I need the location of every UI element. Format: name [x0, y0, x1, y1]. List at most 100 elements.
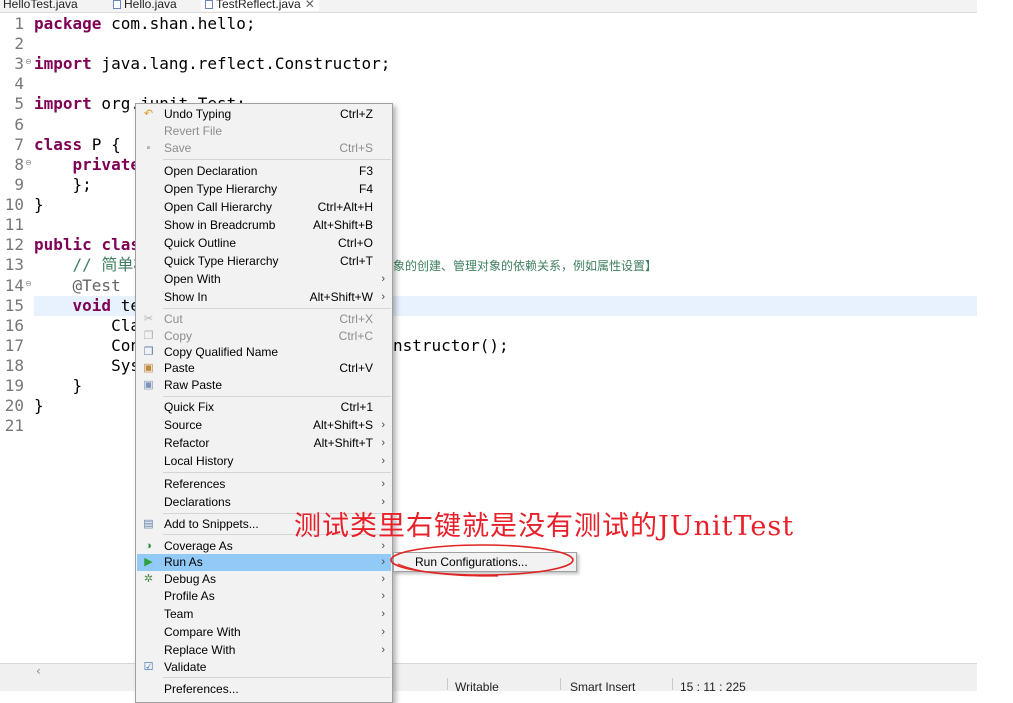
menu-item-label: Local History — [164, 454, 234, 468]
menu-item-raw-paste[interactable]: ▣ Raw Paste — [137, 377, 391, 394]
menu-item-show-in-breadcrumb[interactable]: Show in Breadcrumb Alt+Shift+B — [137, 217, 391, 234]
menu-item-label: Coverage As — [164, 539, 233, 553]
code-token: // 简单模 — [34, 255, 150, 275]
run-configurations-item[interactable]: Run Configurations... — [415, 555, 528, 569]
tab-hellotest[interactable]: HelloTest.java — [3, 0, 78, 11]
code-token: private — [72, 154, 140, 174]
menu-item-open-type-hierarchy[interactable]: Open Type Hierarchy F4 — [137, 181, 391, 198]
code-text: Cla — [34, 316, 140, 336]
line-number: 11 — [4, 215, 24, 235]
menu-item-shortcut: Ctrl+Alt+H — [317, 200, 373, 214]
code-text: } — [34, 396, 44, 416]
menu-item-label: Revert File — [164, 124, 223, 138]
fold-toggle-icon[interactable]: ⊖ — [25, 158, 32, 168]
menu-item-label: Quick Type Hierarchy — [164, 254, 279, 268]
status-separator — [447, 678, 448, 690]
editor-tab-bar: HelloTest.java Hello.java TestReflect.ja… — [0, 0, 977, 13]
menu-item-show-in[interactable]: Show In Alt+Shift+W › — [137, 289, 391, 306]
menu-item-references[interactable]: References › — [137, 476, 391, 493]
menu-item-copy[interactable]: ❐ Copy Ctrl+C — [137, 328, 391, 345]
menu-item-shortcut: Ctrl+X — [339, 312, 373, 326]
close-tab-icon[interactable]: ✕ — [305, 0, 315, 11]
menu-item-copy-qualified-name[interactable]: ❐ Copy Qualified Name — [137, 344, 391, 361]
menu-item-label: Team — [164, 607, 194, 621]
menu-item-undo-typing[interactable]: ↶ Undo Typing Ctrl+Z — [137, 106, 391, 123]
menu-item-quick-fix[interactable]: Quick Fix Ctrl+1 — [137, 399, 391, 416]
line-number: 19 — [4, 376, 24, 396]
status-insert-mode: Smart Insert — [570, 680, 636, 694]
line-number: 17 — [4, 335, 24, 355]
line-number: 9 — [14, 174, 24, 194]
menu-item-refactor[interactable]: Refactor Alt+Shift+T › — [137, 435, 391, 452]
line-number: 3 — [14, 54, 24, 74]
menu-item-label: Open Type Hierarchy — [164, 182, 278, 196]
menu-item-profile-as[interactable]: Profile As › — [137, 588, 391, 605]
fold-toggle-icon[interactable]: ⊖ — [25, 279, 32, 289]
menu-item-team[interactable]: Team › — [137, 606, 391, 623]
code-token: } — [34, 396, 44, 416]
menu-item-label: Add to Snippets... — [164, 517, 259, 531]
code-text: public class — [34, 235, 150, 255]
menu-item-label: Raw Paste — [164, 378, 223, 392]
menu-item-revert-file[interactable]: Revert File — [137, 123, 391, 140]
copy-qualified-name-icon: ❐ — [143, 346, 154, 358]
menu-item-save[interactable]: ▪ Save Ctrl+S — [137, 140, 391, 157]
copy-icon: ❐ — [143, 330, 154, 342]
menu-item-shortcut: F4 — [358, 182, 373, 196]
menu-item-shortcut: Ctrl+1 — [340, 400, 373, 414]
code-text: Sys — [34, 356, 140, 376]
menu-item-label: Show in Breadcrumb — [164, 218, 276, 232]
menu-item-shortcut: F3 — [358, 164, 373, 178]
run-icon: ▶ — [144, 556, 153, 568]
code-line[interactable]: 3 ⊖ import java.lang.reflect.Constructor; — [0, 54, 977, 74]
code-line[interactable]: 4 — [0, 74, 977, 94]
tab-testreflect[interactable]: TestReflect.java ✕ — [201, 0, 319, 11]
menu-item-open-with[interactable]: Open With › — [137, 271, 391, 288]
java-file-icon — [205, 0, 213, 9]
code-token: import — [34, 54, 92, 74]
menu-item-open-call-hierarchy[interactable]: Open Call Hierarchy Ctrl+Alt+H — [137, 199, 391, 216]
menu-separator — [163, 308, 391, 309]
line-number: 18 — [4, 356, 24, 376]
line-number: 7 — [14, 134, 24, 154]
line-number: 13 — [4, 255, 24, 275]
menu-item-validate[interactable]: ☑ Validate — [137, 659, 391, 676]
menu-item-quick-type-hierarchy[interactable]: Quick Type Hierarchy Ctrl+T — [137, 253, 391, 270]
menu-item-source[interactable]: Source Alt+Shift+S › — [137, 417, 391, 434]
menu-item-cut[interactable]: ✂ Cut Ctrl+X — [137, 311, 391, 328]
tab-label: HelloTest.java — [3, 0, 78, 11]
menu-item-compare-with[interactable]: Compare With › — [137, 624, 391, 641]
line-number: 15 — [4, 295, 24, 315]
menu-item-shortcut: Ctrl+O — [337, 236, 373, 250]
menu-item-replace-with[interactable]: Replace With › — [137, 642, 391, 659]
menu-item-label: Copy — [164, 329, 193, 343]
line-number: 10 — [4, 195, 24, 215]
menu-item-label: Compare With — [164, 625, 241, 639]
comment-tail-text: 象的创建、管理对象的依赖关系，例如属性设置】 — [393, 259, 658, 273]
code-text: } — [34, 195, 44, 215]
menu-item-label: Declarations — [164, 495, 231, 509]
line-number: 16 — [4, 315, 24, 335]
menu-item-paste[interactable]: ▣ Paste Ctrl+V — [137, 360, 391, 377]
menu-item-shortcut: Alt+Shift+T — [313, 436, 373, 450]
menu-item-quick-outline[interactable]: Quick Outline Ctrl+O — [137, 235, 391, 252]
menu-item-open-declaration[interactable]: Open Declaration F3 — [137, 163, 391, 180]
menu-item-local-history[interactable]: Local History › — [137, 453, 391, 470]
menu-item-label: Run As — [164, 555, 203, 569]
line-number: 20 — [4, 396, 24, 416]
code-line[interactable]: 1 package com.shan.hello; — [0, 14, 977, 34]
fold-toggle-icon[interactable]: ⊖ — [25, 57, 32, 67]
menu-item-label: Undo Typing — [164, 107, 232, 121]
tab-label: Hello.java — [124, 0, 177, 11]
scroll-left-arrow-icon[interactable]: ‹ — [36, 664, 41, 678]
code-text: import java.lang.reflect.Constructor; — [34, 54, 390, 74]
menu-item-shortcut: Ctrl+Z — [340, 107, 373, 121]
code-token: }; — [34, 174, 92, 194]
menu-item-shortcut: Ctrl+V — [339, 361, 373, 375]
menu-item-run-as[interactable]: ▶ Run As › — [137, 554, 391, 571]
code-line[interactable]: 2 — [0, 34, 977, 54]
tab-hello[interactable]: Hello.java — [113, 0, 177, 11]
menu-item-debug-as[interactable]: ✲ Debug As › — [137, 571, 391, 588]
code-text: class P { — [34, 135, 121, 155]
save-icon: ▪ — [146, 142, 151, 154]
